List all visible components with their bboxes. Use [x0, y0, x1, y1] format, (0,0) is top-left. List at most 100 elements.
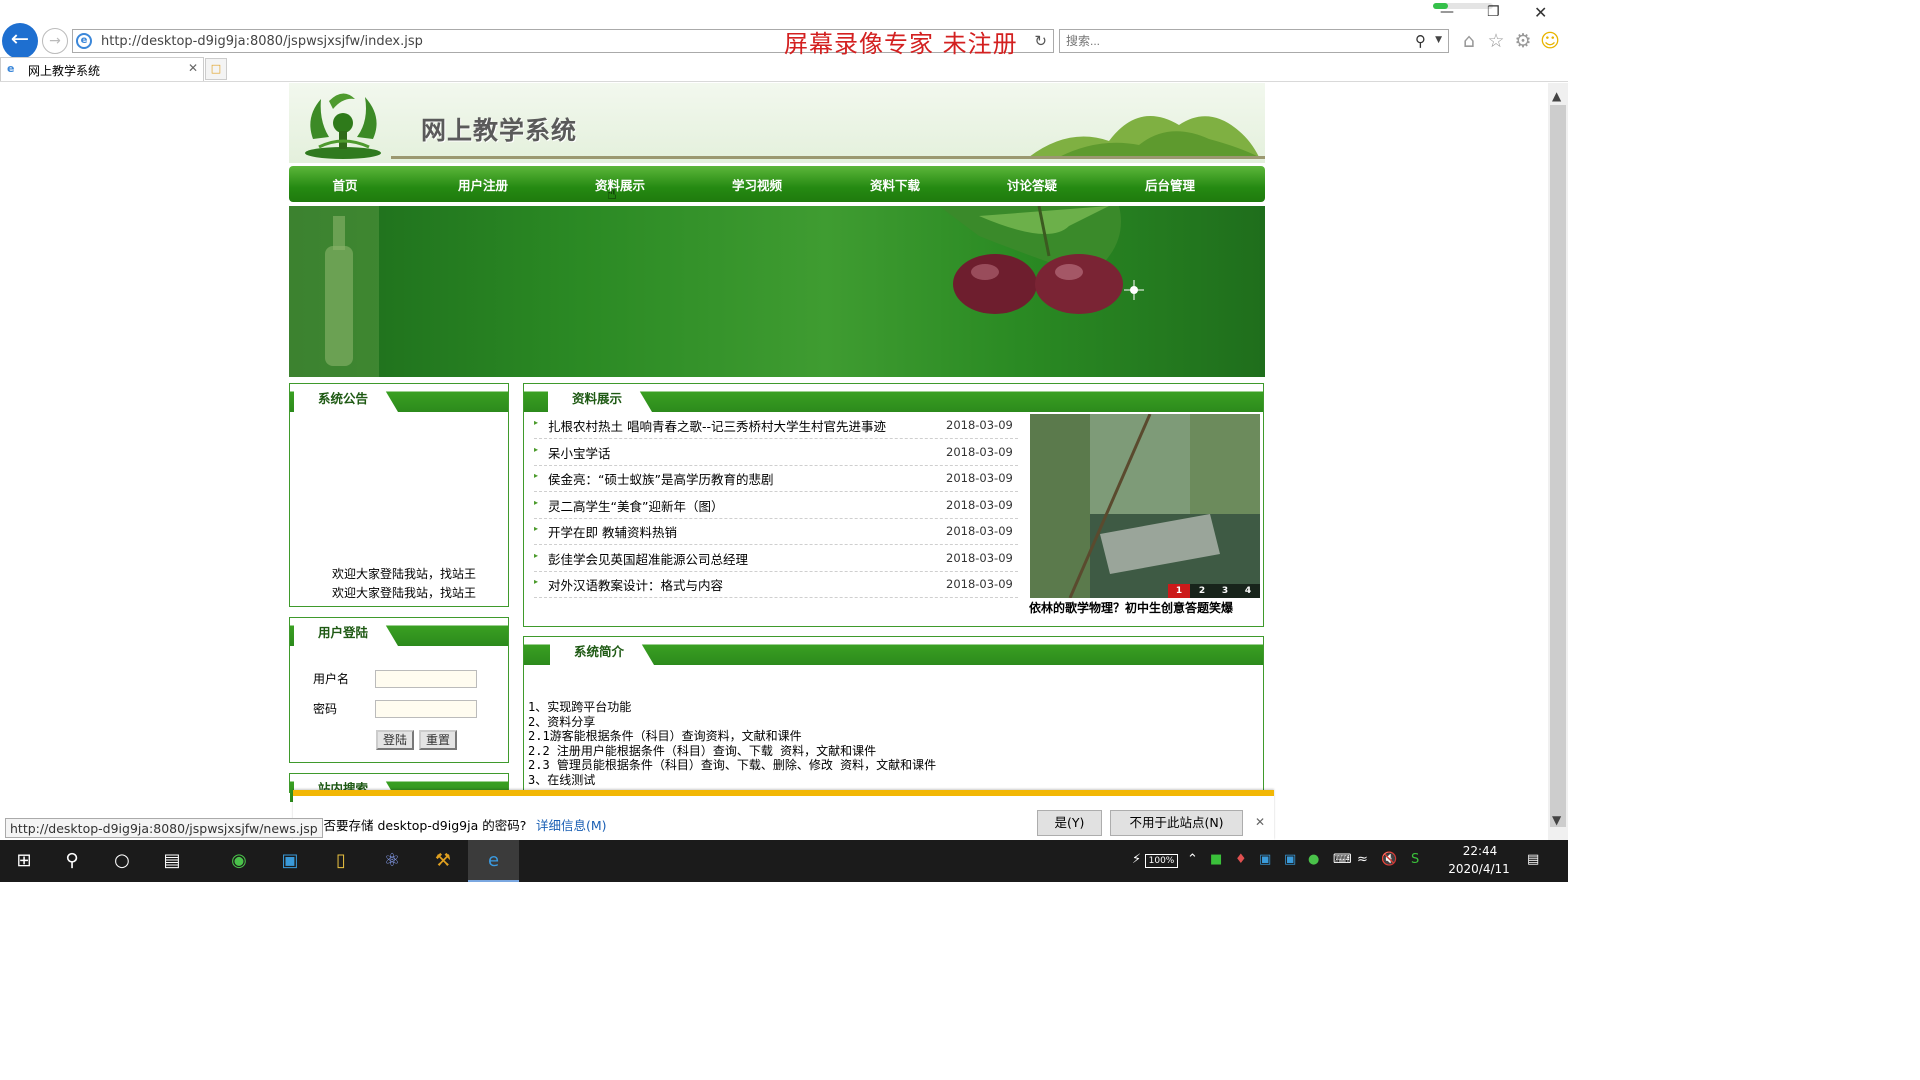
ie-tab-icon: e [7, 62, 15, 75]
keyboard-icon[interactable]: ⌨ [1333, 852, 1352, 867]
cortana-circle-icon[interactable]: ○ [98, 840, 146, 882]
list-item-date: 2018-03-09 [946, 551, 1013, 565]
internet-explorer-icon[interactable]: e [468, 840, 519, 882]
chevron-up-icon[interactable]: ⌃ [1187, 852, 1198, 867]
tray-app-icon[interactable]: ▣ [1259, 852, 1271, 867]
speaker-muted-icon[interactable]: 🔇 [1381, 852, 1397, 867]
list-item[interactable]: ▸ 对外汉语教案设计：格式与内容 2018-03-09 [534, 572, 1018, 598]
nav-downloads[interactable]: 资料下载 [835, 175, 955, 194]
slider-page[interactable]: 3 [1214, 584, 1236, 598]
search-icon[interactable]: ⚲ [48, 840, 96, 882]
search-box[interactable]: ⚲ ▼ [1059, 29, 1449, 53]
save-password-yes-button[interactable]: 是(Y) [1037, 810, 1102, 836]
intro-line: 2.3 管理员能根据条件（科目）查询、下载、删除、修改 资料，文献和课件 [528, 758, 937, 772]
tray-app-icon[interactable]: ■ [1210, 852, 1222, 867]
campus-photo-slider[interactable]: 1 2 3 4 [1030, 414, 1260, 598]
intro-line: 1、实现跨平台功能 [528, 700, 632, 714]
slider-page[interactable]: 4 [1237, 584, 1259, 598]
scroll-up-icon[interactable]: ▲ [1552, 89, 1561, 103]
favorites-star-icon[interactable]: ☆ [1485, 30, 1507, 52]
smiley-feedback-icon[interactable]: ☺ [1539, 30, 1561, 52]
list-item-title[interactable]: 彭佳学会见英国超准能源公司总经理 [548, 549, 748, 568]
tray-app-icon[interactable]: ▣ [1284, 852, 1296, 867]
password-label: 密码 [313, 702, 338, 716]
intro-line: 2、资料分享 [528, 714, 596, 729]
notice-line: 欢迎大家登陆我站，找站王 [332, 567, 477, 581]
bullet-arrow-icon: ▸ [534, 418, 539, 427]
slider-page[interactable]: 1 [1168, 584, 1190, 598]
close-icon[interactable]: ✕ [1255, 815, 1265, 829]
task-view-icon[interactable]: ▤ [148, 840, 196, 882]
reset-button[interactable]: 重置 [419, 730, 457, 750]
file-explorer-icon[interactable]: ▯ [317, 840, 365, 882]
battery-indicator[interactable]: 100% [1145, 854, 1178, 868]
page-scrollbar[interactable]: ▲ ▼ [1548, 83, 1568, 840]
browser-360-icon[interactable]: ◉ [215, 840, 263, 882]
ie-page-icon: e [76, 33, 92, 49]
list-item[interactable]: ▸ 开学在即 教辅资料热销 2018-03-09 [534, 519, 1018, 545]
maximize-icon[interactable]: ❐ [1487, 4, 1500, 20]
search-icon[interactable]: ⚲ [1415, 32, 1426, 50]
list-item-date: 2018-03-09 [946, 577, 1013, 591]
minimize-icon[interactable]: — [1440, 4, 1454, 20]
list-item[interactable]: ▸ 扎根农村热土 唱响青春之歌--记三秀桥村大学生村官先进事迹 2018-03-09 [534, 413, 1018, 439]
list-item-title[interactable]: 呆小宝学话 [548, 443, 611, 462]
forward-arrow-icon[interactable]: → [42, 28, 68, 54]
tools-app-icon[interactable]: ⚒ [419, 840, 467, 882]
browser-tab[interactable]: e 网上教学系统 ✕ [0, 57, 204, 81]
list-item[interactable]: ▸ 呆小宝学话 2018-03-09 [534, 440, 1018, 466]
intro-heading: 系统简介 [550, 637, 655, 665]
list-item-title[interactable]: 开学在即 教辅资料热销 [548, 522, 677, 541]
list-item-title[interactable]: 灵二高学生“美食”迎新年（图） [548, 496, 723, 515]
bullet-arrow-icon: ▸ [534, 498, 539, 507]
intro-line: 2.2 注册用户能根据条件（科目）查询、下载 资料，文献和课件 [528, 743, 877, 758]
nav-discussion[interactable]: 讨论答疑 [972, 175, 1092, 194]
slider-caption[interactable]: 依林的歌学物理？初中生创意答题笑爆 [1029, 599, 1261, 617]
list-item-title[interactable]: 侯金亮：“硕士蚁族”是高学历教育的悲剧 [548, 469, 773, 488]
app-shield-icon[interactable]: ▣ [266, 840, 314, 882]
eclipse-app-icon[interactable]: ⚛ [368, 840, 416, 882]
clock-time[interactable]: 22:44 [1458, 844, 1502, 858]
close-icon[interactable]: ✕ [1534, 3, 1547, 22]
gear-icon[interactable]: ⚙ [1512, 30, 1534, 52]
tray-app-icon[interactable]: ♦ [1235, 852, 1247, 867]
details-link[interactable]: 详细信息(M) [536, 815, 607, 834]
scroll-down-icon[interactable]: ▼ [1552, 813, 1561, 827]
list-item-date: 2018-03-09 [946, 445, 1013, 459]
save-password-never-button[interactable]: 不用于此站点(N) [1110, 810, 1243, 836]
wechat-icon[interactable]: ● [1308, 852, 1319, 867]
forest-hills-graphic [1029, 116, 1259, 157]
list-item[interactable]: ▸ 彭佳学会见英国超准能源公司总经理 2018-03-09 [534, 546, 1018, 572]
back-arrow-icon[interactable]: ← [2, 23, 38, 59]
list-item[interactable]: ▸ 灵二高学生“美食”迎新年（图） 2018-03-09 [534, 493, 1018, 519]
nav-home[interactable]: 首页 [285, 175, 405, 194]
nav-videos[interactable]: 学习视频 [697, 175, 817, 194]
address-url[interactable]: http://desktop-d9ig9ja:8080/jspwsjxsjfw/… [101, 34, 423, 49]
notification-icon[interactable]: ▤ [1527, 852, 1539, 867]
login-button[interactable]: 登陆 [376, 730, 414, 750]
home-icon[interactable]: ⌂ [1458, 30, 1480, 52]
nav-register[interactable]: 用户注册 [423, 175, 543, 194]
tray-app-icon[interactable]: S [1411, 852, 1419, 867]
scrollbar-thumb[interactable] [1550, 105, 1566, 827]
nav-materials[interactable]: 资料展示 [560, 175, 680, 194]
chevron-down-icon[interactable]: ▼ [1435, 35, 1442, 45]
notice-header: 系统公告 [290, 384, 508, 412]
save-password-bar: 是否要存储 desktop-d9ig9ja 的密码? 详细信息(M) 是(Y) … [293, 790, 1274, 840]
clock-date[interactable]: 2020/4/11 [1446, 862, 1512, 876]
windows-start-icon[interactable]: ⊞ [0, 840, 48, 882]
slider-page[interactable]: 2 [1191, 584, 1213, 598]
list-item[interactable]: ▸ 侯金亮：“硕士蚁族”是高学历教育的悲剧 2018-03-09 [534, 466, 1018, 492]
tab-close-icon[interactable]: ✕ [188, 61, 198, 75]
nav-admin[interactable]: 后台管理 [1110, 175, 1230, 194]
wifi-icon[interactable]: ≈ [1357, 852, 1368, 867]
bullet-arrow-icon: ▸ [534, 471, 539, 480]
intro-box: 系统简介 1、实现跨平台功能 2、资料分享 2.1游客能根据条件（科目）查询资料，文… [523, 636, 1264, 806]
new-tab-icon[interactable]: □ [205, 58, 227, 80]
refresh-icon[interactable]: ↻ [1034, 32, 1047, 50]
search-input[interactable] [1066, 33, 1396, 49]
password-field[interactable] [375, 700, 477, 718]
list-item-title[interactable]: 扎根农村热土 唱响青春之歌--记三秀桥村大学生村官先进事迹 [548, 416, 886, 435]
list-item-title[interactable]: 对外汉语教案设计：格式与内容 [548, 575, 723, 594]
username-field[interactable] [375, 670, 477, 688]
